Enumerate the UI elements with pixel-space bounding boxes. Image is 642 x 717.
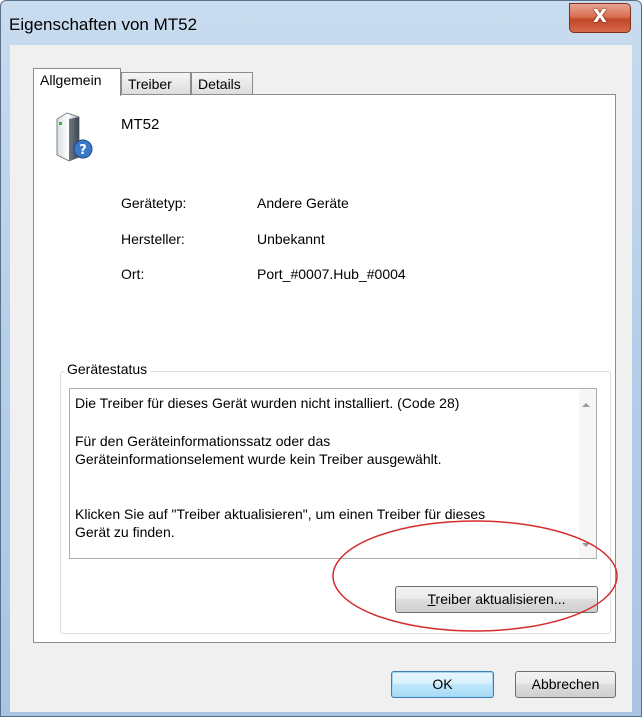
update-driver-label: reiber aktualisieren... <box>435 591 566 607</box>
svg-text:?: ? <box>79 143 87 158</box>
properties-window: Eigenschaften von MT52 X Allgemein Treib… <box>0 0 642 717</box>
title-bar[interactable]: Eigenschaften von MT52 X <box>1 1 641 45</box>
tab-panel-allgemein: ? MT52 Gerätetyp: Andere Geräte Herstell… <box>33 94 616 643</box>
status-line: Gerät zu finden. <box>75 524 175 540</box>
status-line: Klicken Sie auf "Treiber aktualisieren",… <box>75 506 486 522</box>
manufacturer-value: Unbekannt <box>257 231 325 247</box>
location-label: Ort: <box>121 266 145 282</box>
device-status-textbox[interactable]: Die Treiber für dieses Gerät wurden nich… <box>69 388 597 559</box>
status-line: Für den Geräteinformationssatz oder das <box>75 433 331 449</box>
tab-details[interactable]: Details <box>191 72 253 95</box>
scroll-up-icon[interactable] <box>582 403 590 407</box>
close-icon: X <box>593 6 607 27</box>
close-button[interactable]: X <box>569 3 631 33</box>
device-status-title: Gerätestatus <box>64 361 151 377</box>
status-line: Die Treiber für dieses Gerät wurden nich… <box>75 395 460 411</box>
tab-treiber[interactable]: Treiber <box>121 72 191 95</box>
device-type-label: Gerätetyp: <box>121 195 187 211</box>
update-driver-button[interactable]: Treiber aktualisieren... <box>395 586 598 613</box>
update-driver-accel: T <box>427 591 436 607</box>
window-title: Eigenschaften von MT52 <box>9 15 198 34</box>
dialog-client-area: Allgemein Treiber Details ? MT52 Gerätet… <box>10 45 632 712</box>
status-line: Geräteinformationselement wurde kein Tre… <box>75 451 442 467</box>
unknown-device-icon: ? <box>56 112 93 162</box>
scroll-down-icon[interactable] <box>582 543 590 547</box>
cancel-button[interactable]: Abbrechen <box>515 671 616 698</box>
device-type-value: Andere Geräte <box>257 195 349 211</box>
status-scrollbar[interactable] <box>579 389 596 558</box>
ok-button[interactable]: OK <box>391 671 494 698</box>
tab-allgemein[interactable]: Allgemein <box>33 68 121 96</box>
device-name: MT52 <box>121 116 160 133</box>
location-value: Port_#0007.Hub_#0004 <box>257 266 406 282</box>
manufacturer-label: Hersteller: <box>121 231 185 247</box>
